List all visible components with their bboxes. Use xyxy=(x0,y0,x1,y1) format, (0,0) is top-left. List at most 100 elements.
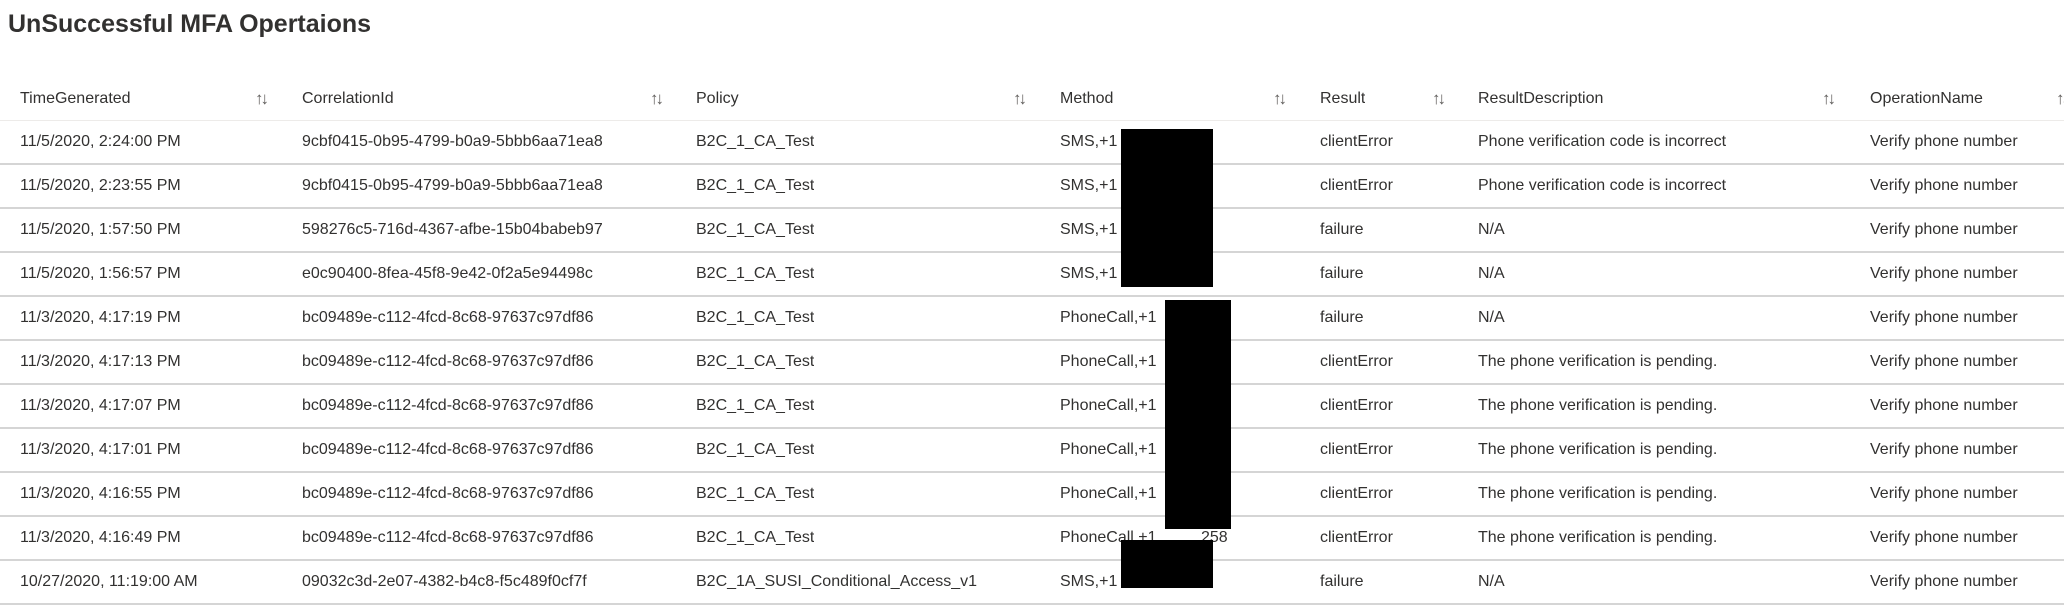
table-row[interactable]: 11/5/2020, 2:24:00 PM 9cbf0415-0b95-4799-… xyxy=(0,121,2064,165)
cell-resultdescription: The phone verification is pending. xyxy=(1478,529,1718,546)
cell-resultdescription: Phone verification code is incorrect xyxy=(1478,177,1727,194)
cell-policy: B2C_1A_SUSI_Conditional_Access_v1 xyxy=(696,573,978,590)
cell-timegenerated: 11/3/2020, 4:17:07 PM xyxy=(20,397,181,414)
cell-policy: B2C_1_CA_Test xyxy=(696,529,815,546)
cell-policy: B2C_1_CA_Test xyxy=(696,133,815,150)
page-title: UnSuccessful MFA Opertaions xyxy=(8,10,372,38)
cell-operationname: Verify phone number xyxy=(1870,485,2018,502)
table-row[interactable]: 11/3/2020, 4:16:49 PM bc09489e-c112-4fcd-… xyxy=(0,517,2064,561)
column-header-resultdescription[interactable]: ResultDescription xyxy=(1478,78,1603,120)
cell-resultdescription: N/A xyxy=(1478,309,1505,326)
cell-operationname: Verify phone number xyxy=(1870,221,2018,238)
cell-operationname: Verify phone number xyxy=(1870,397,2018,414)
column-header-method[interactable]: Method xyxy=(1060,78,1113,120)
table-row[interactable]: 11/5/2020, 1:56:57 PM e0c90400-8fea-45f8-… xyxy=(0,253,2064,297)
cell-policy: B2C_1_CA_Test xyxy=(696,441,815,458)
cell-method: SMS,+1 xyxy=(1060,573,1118,590)
cell-resultdescription: The phone verification is pending. xyxy=(1478,397,1718,414)
cell-correlationid: bc09489e-c112-4fcd-8c68-97637c97df86 xyxy=(302,397,594,414)
column-header-operationname[interactable]: OperationName xyxy=(1870,78,1983,120)
cell-timegenerated: 11/3/2020, 4:17:13 PM xyxy=(20,353,181,370)
cell-operationname: Verify phone number xyxy=(1870,309,2018,326)
table-row[interactable]: 11/3/2020, 4:17:07 PM bc09489e-c112-4fcd-… xyxy=(0,385,2064,429)
column-header-result[interactable]: Result xyxy=(1320,78,1365,120)
cell-result: clientError xyxy=(1320,133,1393,150)
cell-correlationid: 9cbf0415-0b95-4799-b0a9-5bbb6aa71ea8 xyxy=(302,177,603,194)
redaction-block xyxy=(1121,540,1213,588)
cell-method: SMS,+1 xyxy=(1060,265,1118,282)
cell-timegenerated: 11/5/2020, 2:24:00 PM xyxy=(20,133,181,150)
results-table: TimeGenerated ↑↓ CorrelationId ↑↓ Policy… xyxy=(0,78,2064,605)
cell-correlationid: bc09489e-c112-4fcd-8c68-97637c97df86 xyxy=(302,441,594,458)
cell-operationname: Verify phone number xyxy=(1870,133,2018,150)
cell-operationname: Verify phone number xyxy=(1870,177,2018,194)
cell-policy: B2C_1_CA_Test xyxy=(696,309,815,326)
cell-correlationid: e0c90400-8fea-45f8-9e42-0f2a5e94498c xyxy=(302,265,593,282)
cell-method: SMS,+1 xyxy=(1060,133,1118,150)
cell-result: failure xyxy=(1320,265,1364,282)
cell-resultdescription: The phone verification is pending. xyxy=(1478,485,1718,502)
cell-operationname: Verify phone number xyxy=(1870,573,2018,590)
cell-operationname: Verify phone number xyxy=(1870,441,2018,458)
sort-icon[interactable]: ↑↓ xyxy=(1432,78,1446,120)
cell-timegenerated: 11/5/2020, 1:56:57 PM xyxy=(20,265,181,282)
cell-resultdescription: Phone verification code is incorrect xyxy=(1478,133,1727,150)
table-row[interactable]: 10/27/2020, 11:19:00 AM 09032c3d-2e07-438… xyxy=(0,561,2064,605)
sort-icon[interactable]: ↑↓ xyxy=(650,78,664,120)
table-body: 11/5/2020, 2:24:00 PM 9cbf0415-0b95-4799-… xyxy=(0,121,2064,605)
cell-resultdescription: N/A xyxy=(1478,573,1505,590)
cell-correlationid: bc09489e-c112-4fcd-8c68-97637c97df86 xyxy=(302,353,594,370)
cell-operationname: Verify phone number xyxy=(1870,353,2018,370)
column-header-policy[interactable]: Policy xyxy=(696,78,739,120)
cell-correlationid: 09032c3d-2e07-4382-b4c8-f5c489f0cf7f xyxy=(302,573,587,590)
table-row[interactable]: 11/3/2020, 4:17:19 PM bc09489e-c112-4fcd-… xyxy=(0,297,2064,341)
cell-policy: B2C_1_CA_Test xyxy=(696,397,815,414)
cell-policy: B2C_1_CA_Test xyxy=(696,485,815,502)
cell-correlationid: 9cbf0415-0b95-4799-b0a9-5bbb6aa71ea8 xyxy=(302,133,603,150)
sort-icon[interactable]: ↑↓ xyxy=(1822,78,1836,120)
cell-result: clientError xyxy=(1320,485,1393,502)
cell-method: SMS,+1 xyxy=(1060,221,1118,238)
cell-result: clientError xyxy=(1320,177,1393,194)
cell-result: failure xyxy=(1320,309,1364,326)
cell-result: failure xyxy=(1320,573,1364,590)
redaction-block xyxy=(1121,129,1213,287)
sort-icon[interactable]: ↑↓ xyxy=(255,78,269,120)
cell-resultdescription: The phone verification is pending. xyxy=(1478,441,1718,458)
cell-policy: B2C_1_CA_Test xyxy=(696,221,815,238)
cell-correlationid: bc09489e-c112-4fcd-8c68-97637c97df86 xyxy=(302,485,594,502)
cell-operationname: Verify phone number xyxy=(1870,529,2018,546)
cell-policy: B2C_1_CA_Test xyxy=(696,353,815,370)
cell-timegenerated: 11/3/2020, 4:17:19 PM xyxy=(20,309,181,326)
table-row[interactable]: 11/3/2020, 4:17:13 PM bc09489e-c112-4fcd-… xyxy=(0,341,2064,385)
cell-result: failure xyxy=(1320,221,1364,238)
table-row[interactable]: 11/3/2020, 4:17:01 PM bc09489e-c112-4fcd-… xyxy=(0,429,2064,473)
sort-icon[interactable]: ↑↓ xyxy=(2056,78,2064,120)
cell-operationname: Verify phone number xyxy=(1870,265,2018,282)
cell-timegenerated: 11/3/2020, 4:16:55 PM xyxy=(20,485,181,502)
cell-resultdescription: The phone verification is pending. xyxy=(1478,353,1718,370)
cell-policy: B2C_1_CA_Test xyxy=(696,177,815,194)
table-header: TimeGenerated ↑↓ CorrelationId ↑↓ Policy… xyxy=(0,78,2064,121)
column-header-correlationid[interactable]: CorrelationId xyxy=(302,78,394,120)
cell-result: clientError xyxy=(1320,397,1393,414)
cell-timegenerated: 11/5/2020, 2:23:55 PM xyxy=(20,177,181,194)
cell-timegenerated: 11/3/2020, 4:16:49 PM xyxy=(20,529,181,546)
cell-correlationid: bc09489e-c112-4fcd-8c68-97637c97df86 xyxy=(302,309,594,326)
cell-resultdescription: N/A xyxy=(1478,221,1505,238)
sort-icon[interactable]: ↑↓ xyxy=(1013,78,1027,120)
cell-correlationid: bc09489e-c112-4fcd-8c68-97637c97df86 xyxy=(302,529,594,546)
column-header-timegenerated[interactable]: TimeGenerated xyxy=(20,78,131,120)
table-row[interactable]: 11/5/2020, 1:57:50 PM 598276c5-716d-4367-… xyxy=(0,209,2064,253)
cell-policy: B2C_1_CA_Test xyxy=(696,265,815,282)
cell-resultdescription: N/A xyxy=(1478,265,1505,282)
cell-timegenerated: 10/27/2020, 11:19:00 AM xyxy=(20,573,198,590)
cell-result: clientError xyxy=(1320,529,1393,546)
sort-icon[interactable]: ↑↓ xyxy=(1273,78,1287,120)
cell-result: clientError xyxy=(1320,353,1393,370)
table-row[interactable]: 11/3/2020, 4:16:55 PM bc09489e-c112-4fcd-… xyxy=(0,473,2064,517)
cell-timegenerated: 11/5/2020, 1:57:50 PM xyxy=(20,221,181,238)
cell-method: SMS,+1 xyxy=(1060,177,1118,194)
cell-timegenerated: 11/3/2020, 4:17:01 PM xyxy=(20,441,181,458)
table-row[interactable]: 11/5/2020, 2:23:55 PM 9cbf0415-0b95-4799-… xyxy=(0,165,2064,209)
